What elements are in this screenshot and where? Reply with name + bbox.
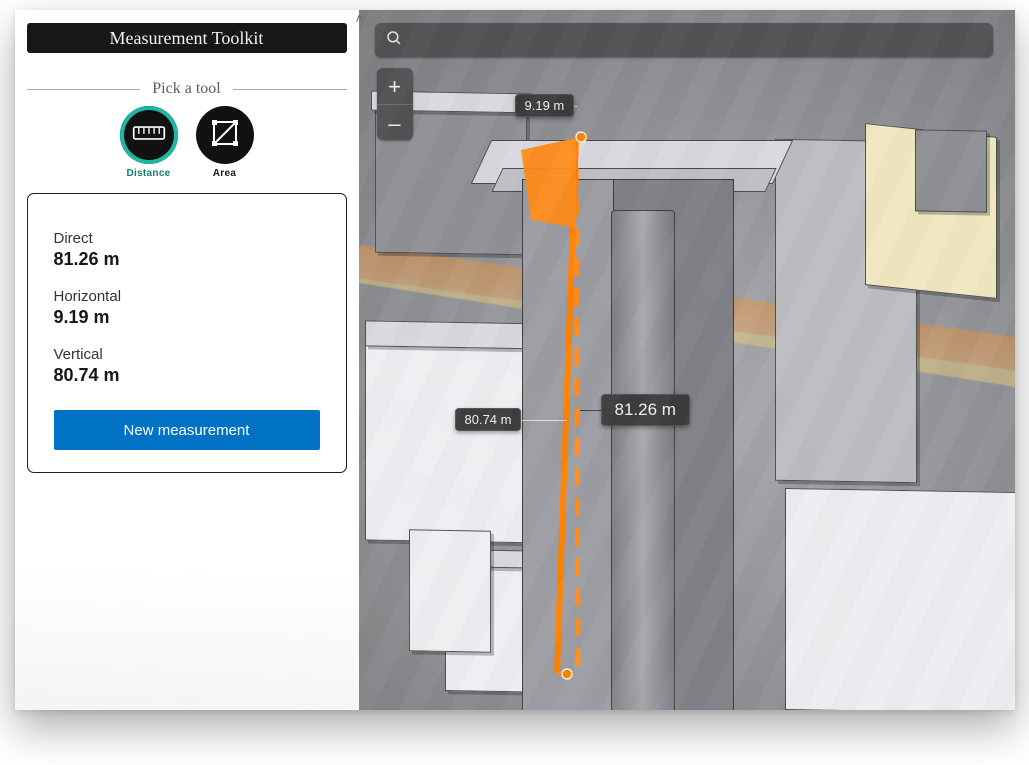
search-input[interactable] <box>411 31 983 49</box>
target-building <box>523 150 743 710</box>
tool-distance[interactable]: Distance <box>118 106 180 179</box>
panel-title: Measurement Toolkit <box>27 23 347 53</box>
vertical-label: Vertical <box>54 346 320 363</box>
ruler-icon <box>132 120 166 151</box>
zoom-control: + – <box>377 68 413 140</box>
search-icon <box>385 29 403 52</box>
tool-area-label: Area <box>194 168 256 179</box>
tool-distance-label: Distance <box>118 168 180 179</box>
measurement-card: Direct 81.26 m Horizontal 9.19 m Vertica… <box>27 193 347 473</box>
horizontal-label: Horizontal <box>54 288 320 305</box>
label-horizontal: 9.19 m <box>515 94 575 117</box>
tool-area[interactable]: Area <box>194 106 256 179</box>
direct-value: 81.26 m <box>54 249 320 270</box>
picker-legend: Pick a tool <box>140 80 232 98</box>
left-panel: ˄ Measurement Toolkit Pick a tool <box>15 10 359 490</box>
search-bar[interactable] <box>375 23 993 57</box>
tool-picker: Pick a tool <box>27 71 347 179</box>
vertical-value: 80.74 m <box>54 365 320 386</box>
zoom-out-button[interactable]: – <box>377 104 413 140</box>
area-icon <box>211 119 239 152</box>
zoom-in-button[interactable]: + <box>377 68 413 104</box>
app-frame: 9.19 m 80.74 m 81.26 m + – ˄ Measurement… <box>15 10 1015 710</box>
horizontal-value: 9.19 m <box>54 307 320 328</box>
direct-label: Direct <box>54 230 320 247</box>
label-direct: 81.26 m <box>601 394 690 426</box>
label-vertical: 80.74 m <box>455 408 522 431</box>
new-measurement-button[interactable]: New measurement <box>54 410 320 450</box>
panel-collapse-handle[interactable]: ˄ <box>351 10 369 22</box>
